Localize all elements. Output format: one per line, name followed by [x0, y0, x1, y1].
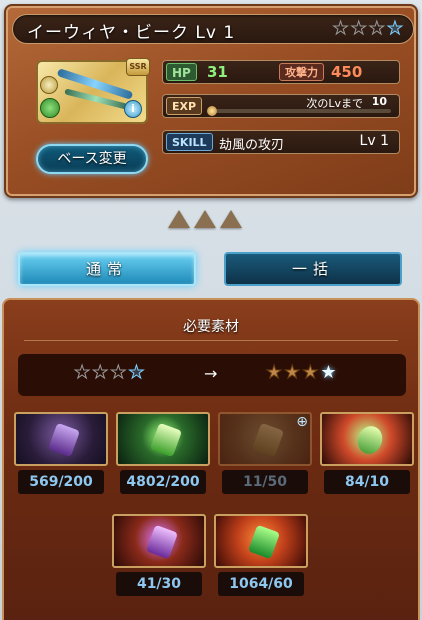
- material-count: 4802/200: [120, 470, 206, 494]
- triangle-icon: [168, 210, 190, 228]
- star-empty-icon: ★: [92, 362, 109, 384]
- weapon-card: イーウィヤ・ビーク Lv 1 ★ ★ ★ ★ SSR i ベース変更 HP 31…: [4, 4, 418, 198]
- next-level-value: 10: [371, 95, 387, 108]
- star-gold-icon: ★: [302, 362, 319, 384]
- crystal-shape: [149, 422, 183, 458]
- crystal-shape: [251, 422, 285, 458]
- zoom-icon[interactable]: ⊕: [296, 414, 308, 430]
- triangle-icon: [220, 210, 242, 228]
- weapon-thumbnail[interactable]: SSR i: [36, 58, 150, 124]
- exp-label: EXP: [166, 97, 203, 115]
- material-count: 11/50: [222, 470, 308, 494]
- weapon-type-icon: [40, 76, 58, 94]
- stat-row-hp-atk: HP 31 攻撃力 450: [162, 60, 400, 84]
- skill-name: 劫風の攻刃: [219, 138, 285, 153]
- material-item[interactable]: 41/30: [112, 514, 206, 598]
- current-stars: ★ ★ ★ ★: [73, 362, 145, 384]
- uncap-star-icon: ★: [368, 18, 385, 40]
- material-item[interactable]: 84/10: [320, 412, 414, 496]
- material-wind-emblem-icon: [320, 412, 414, 466]
- result-stars: ★ ★ ★ ★: [265, 362, 337, 384]
- atk-value: 450: [331, 63, 363, 81]
- info-icon[interactable]: i: [124, 100, 142, 118]
- material-count: 1064/60: [218, 572, 304, 596]
- base-change-button[interactable]: ベース変更: [36, 144, 148, 174]
- hp-label: HP: [166, 63, 197, 81]
- triangle-icon: [194, 210, 216, 228]
- stat-row-skill[interactable]: SKILL 劫風の攻刃 Lv 1: [162, 130, 400, 154]
- transcend-star-icon: ★: [386, 18, 403, 40]
- mode-normal-button[interactable]: 通常: [18, 252, 196, 286]
- skill-level: Lv 1: [359, 133, 389, 149]
- mode-bulk-button[interactable]: 一括: [224, 252, 402, 286]
- uncap-stars: ★ ★ ★ ★: [332, 18, 404, 40]
- material-count: 569/200: [18, 470, 104, 494]
- star-gold-icon: ★: [284, 362, 301, 384]
- emblem-shape: [353, 422, 387, 458]
- wind-element-icon: [40, 98, 60, 118]
- divider: [24, 340, 398, 341]
- uncap-star-icon: ★: [332, 18, 349, 40]
- uncap-preview: ★ ★ ★ ★ → ★ ★ ★ ★: [18, 354, 406, 396]
- star-empty-icon: ★: [110, 362, 127, 384]
- stat-row-exp: EXP 次のLvまで 10: [162, 94, 400, 118]
- material-item[interactable]: ⊕ 11/50: [218, 412, 312, 496]
- exp-progress-knob: [207, 106, 217, 116]
- weapon-name: イーウィヤ・ビーク Lv 1: [27, 23, 236, 43]
- shard-shape: [145, 524, 179, 560]
- material-count: 84/10: [324, 470, 410, 494]
- material-purple-shard-icon: [112, 514, 206, 568]
- star-gold-icon: ★: [265, 362, 283, 384]
- material-item[interactable]: 569/200: [14, 412, 108, 496]
- star-blue-icon: ★: [128, 362, 145, 384]
- ssr-badge: SSR: [126, 58, 150, 76]
- uncap-star-icon: ★: [350, 18, 367, 40]
- material-purple-crystal-icon: [14, 412, 108, 466]
- material-count: 41/30: [116, 572, 202, 596]
- material-green-crystal-icon: [116, 412, 210, 466]
- skill-label: SKILL: [166, 133, 213, 151]
- star-empty-icon: ★: [73, 362, 91, 384]
- crystal-shape: [47, 422, 81, 458]
- atk-label: 攻撃力: [279, 63, 324, 81]
- uncap-triangles: [168, 210, 242, 228]
- shard-shape: [247, 524, 281, 560]
- arrow-right-icon: →: [204, 364, 218, 383]
- hp-value: 31: [207, 63, 228, 81]
- material-item[interactable]: 4802/200: [116, 412, 210, 496]
- star-bright-icon: ★: [320, 362, 337, 383]
- materials-title: 必要素材: [183, 319, 239, 335]
- exp-progress-bar: [207, 106, 391, 116]
- material-green-shard-icon: [214, 514, 308, 568]
- weapon-title-bar: イーウィヤ・ビーク Lv 1 ★ ★ ★ ★: [12, 14, 414, 44]
- materials-panel: 必要素材 ★ ★ ★ ★ → ★ ★ ★ ★ 569/200 4802/200: [2, 298, 420, 620]
- material-item[interactable]: 1064/60: [214, 514, 308, 598]
